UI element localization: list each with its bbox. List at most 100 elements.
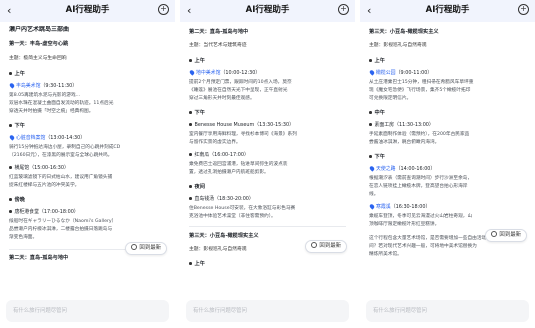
description: 《睡莲》展池在自然天光下中呈现，正午直射光 xyxy=(189,88,288,93)
plus-circle-icon[interactable]: + xyxy=(338,4,349,15)
venue-link[interactable]: 寒霞溪 xyxy=(376,204,391,210)
description: 可兑换限定明信片。 xyxy=(369,96,412,101)
app-title: AI行程助手 xyxy=(425,5,470,15)
venue-link[interactable]: 橄榄公园 xyxy=(376,70,396,76)
description: 根据潮汐表（需前查询潮时间）步行沙洲至余岛， xyxy=(369,176,473,181)
bullet-icon xyxy=(189,59,192,62)
venue-line: 寒霞溪（16:30-18:00） xyxy=(369,203,526,211)
description: 线。 xyxy=(369,192,379,197)
bullet-icon xyxy=(189,185,192,188)
chat-panel-1: ‹ AI行程助手 + 濑户内艺术跳岛三部曲 第一天：丰岛-虚空与心跳 主题：极简… xyxy=(0,0,175,328)
location-pin-icon xyxy=(9,134,16,141)
venue-link[interactable]: 地中美术馆 xyxy=(196,70,220,76)
venue-link[interactable]: 心脏音档案馆 xyxy=(16,135,45,141)
description: 置，透过孔洞拍摄濑户内航班船剪影。 xyxy=(189,170,269,175)
venue-line: 素面工房（11:30-13:00） xyxy=(369,121,526,129)
closing-note: 间？若对现代艺术兴趣一般，可将地中美术馆替换为 xyxy=(369,244,477,249)
period-label: 上午 xyxy=(189,260,346,268)
location-pin-icon xyxy=(189,69,196,76)
refresh-icon xyxy=(311,242,318,248)
input-placeholder: 有什么旅行问题尽管问 xyxy=(193,308,247,314)
day-heading: 第一天：丰岛-虚空与心跳 xyxy=(9,41,69,47)
description: 提前2个月预定门票，跟踪时间的10点入场，莫奈 xyxy=(189,80,292,85)
description: 乘免费巴士返回宫浦港，钻进草间弥生的波点装 xyxy=(189,162,288,167)
venue-line: 天使之路（14:00-16:00） xyxy=(369,165,526,173)
chat-panel-2: ‹ AI行程助手 + 第二天：直岛-孤岛与地中 主题：当代艺术与建筑奇迹 上午 … xyxy=(180,0,355,328)
venue-line: 橄榄公园（9:00-11:00） xyxy=(369,69,526,77)
theme-line: 主题：影视巡礼与自然奇观 xyxy=(369,43,427,48)
refresh-icon xyxy=(131,244,138,250)
bullet-icon xyxy=(9,124,12,127)
divider xyxy=(189,226,346,227)
period-label: 上午 xyxy=(189,57,346,65)
bullet-icon xyxy=(369,155,372,158)
bullet-icon xyxy=(189,111,192,114)
location-pin-icon xyxy=(369,203,376,210)
header: ‹ AI行程助手 + xyxy=(180,0,355,22)
back-to-latest-button[interactable]: 回到最新 xyxy=(305,240,347,253)
plus-circle-icon[interactable]: + xyxy=(518,4,529,15)
period-label: 下午 xyxy=(189,109,346,117)
description: 现《魔女宅急便》飞行场景，集齐5个橄榄叶拓印 xyxy=(369,88,471,93)
back-to-latest-button[interactable]: 回到最新 xyxy=(125,242,167,255)
description: 住Benesse House可安装，在大象浴缸与彩色马赛 xyxy=(189,206,296,211)
period-label: 上午 xyxy=(9,70,166,78)
description: 室内餐厅享用海鲜料理，寻找杉本博司《海景》系列 xyxy=(189,132,297,137)
bullet-icon xyxy=(189,262,192,265)
chat-input[interactable]: 有什么旅行问题尽管问 xyxy=(6,300,169,322)
location-pin-icon xyxy=(369,69,376,76)
description: 骑行15分钟抵达海边小屋，录制自己的心跳并刻成CD xyxy=(9,145,121,150)
input-placeholder: 有什么旅行问题尽管问 xyxy=(373,308,427,314)
venue-line: 红南瓜（16:00-17:00） xyxy=(189,151,346,159)
app-title: AI行程助手 xyxy=(65,5,110,15)
description: 从土庄港乘巴士15分钟，租扫帚在希腊风车草坪重 xyxy=(369,80,474,85)
description: 手延素面制作体验（需预约），在200年古民家品 xyxy=(369,132,470,137)
description: 第8.05再建筑水泥与光影的游戏... xyxy=(9,93,81,98)
closing-note: 精炼所美术馆。 xyxy=(369,252,402,257)
bullet-icon xyxy=(189,197,192,200)
venue-link[interactable]: 丰岛美术馆 xyxy=(16,83,40,89)
period-label: 傍晚 xyxy=(9,196,166,204)
period-label: 下午 xyxy=(369,153,526,161)
day-heading: 第二天：直岛-孤岛与地中 xyxy=(189,29,249,35)
description: 克浴池中体验艺术澡堂（非住客需预约）。 xyxy=(189,214,276,219)
description: （2160日元），在漆黑的展示室与全球心跳共鸣。 xyxy=(9,153,113,158)
description: 品尝濑户内柠檬冰淇淋，二楼露台拍摄日落跳岛与 xyxy=(9,227,113,232)
description: 穿透天井时拍摄「时空之痕」经典构图。 xyxy=(9,109,94,114)
period-label: 下午 xyxy=(9,122,166,130)
day-heading: 第三天：小豆岛-橄榄现实主义 xyxy=(369,29,439,35)
period-label: 夜间 xyxy=(189,183,346,191)
bullet-icon xyxy=(9,198,12,201)
bullet-icon xyxy=(9,72,12,75)
message-content: 第三天：小豆岛-橄榄现实主义 主题：影视巡礼与自然奇观 上午 橄榄公园（9:00… xyxy=(360,22,535,292)
plus-circle-icon[interactable]: + xyxy=(158,4,169,15)
bullet-icon xyxy=(369,123,372,126)
description: 尝酱油冰淇淋，眺台俯瞰内海湾。 xyxy=(369,140,440,145)
venue-line: 心脏音档案馆（13:00-14:30） xyxy=(9,134,166,142)
chat-input[interactable]: 有什么旅行问题尽管问 xyxy=(186,300,349,322)
venue-link[interactable]: 天使之路 xyxy=(376,166,396,172)
description: 渐变色海面。 xyxy=(9,235,38,240)
venue-line: 直岛钱汤（18:30-20:00） xyxy=(189,195,346,203)
location-pin-icon xyxy=(9,82,16,89)
period-label: 中午 xyxy=(369,109,526,117)
description: 穿过三角形天井时刻最佳观感。 xyxy=(189,96,255,101)
app-title: AI行程助手 xyxy=(245,5,290,15)
description: 双层水珠在混凝土曲面自发流动的轨迹。11点后光 xyxy=(9,101,114,106)
description: 候船时在ギャラリーひるなか（Naomi's Gallery） xyxy=(9,219,117,224)
location-pin-icon xyxy=(369,165,376,172)
header: ‹ AI行程助手 + xyxy=(0,0,175,22)
venue-line: 地中美术馆（10:00-12:30） xyxy=(189,69,346,77)
description: 红蓝玻璃滤镜下的日式枯山水，建议用广角镜头捕 xyxy=(9,175,113,180)
bullet-icon xyxy=(189,153,192,156)
itinerary-title: 濑户内艺术跳岛三部曲 xyxy=(9,26,70,33)
bullet-icon xyxy=(369,59,372,62)
bullet-icon xyxy=(369,111,372,114)
day-heading: 第三天：小豆岛-橄榄现实主义 xyxy=(189,233,259,239)
theme-line: 主题：极简主义与生命回响 xyxy=(9,56,67,61)
back-to-latest-button[interactable]: 回到最新 xyxy=(485,229,527,242)
chat-input[interactable]: 有什么旅行问题尽管问 xyxy=(366,300,529,322)
header: ‹ AI行程助手 + xyxy=(360,0,535,22)
description: 与留作实景的虚实边界。 xyxy=(189,140,241,145)
description: 顶咖啡厅限定橄榄叶形红豆糕饼。 xyxy=(369,222,440,227)
